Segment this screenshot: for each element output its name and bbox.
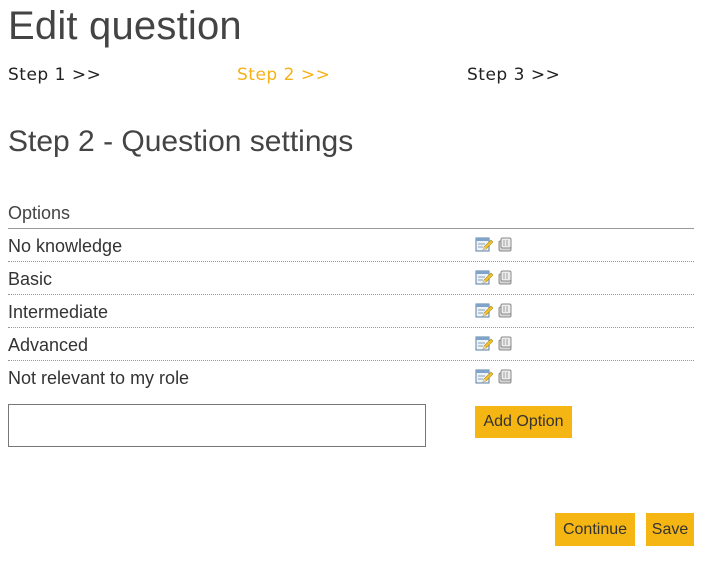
step-navigation: Step 1 >> Step 2 >> Step 3 >>	[8, 64, 698, 88]
delete-icon[interactable]	[496, 268, 514, 286]
option-actions	[475, 268, 514, 286]
section-title: Step 2 - Question settings	[8, 125, 354, 158]
option-label: Advanced	[8, 335, 89, 355]
option-label: Intermediate	[8, 302, 109, 322]
option-actions	[475, 367, 514, 385]
option-label: No knowledge	[8, 236, 123, 256]
option-actions	[475, 301, 514, 319]
step-1-link[interactable]: Step 1 >>	[8, 64, 101, 86]
option-row: Advanced	[8, 328, 694, 361]
edit-icon[interactable]	[475, 235, 493, 253]
option-row: Not relevant to my role	[8, 361, 694, 393]
option-label: Not relevant to my role	[8, 368, 190, 388]
option-actions	[475, 334, 514, 352]
step-3-link[interactable]: Step 3 >>	[467, 64, 560, 86]
delete-icon[interactable]	[496, 367, 514, 385]
edit-icon[interactable]	[475, 367, 493, 385]
option-actions	[475, 235, 514, 253]
delete-icon[interactable]	[496, 301, 514, 319]
edit-icon[interactable]	[475, 334, 493, 352]
save-button[interactable]: Save	[646, 513, 694, 546]
option-label: Basic	[8, 269, 53, 289]
page-title: Edit question	[8, 4, 242, 48]
option-row: Intermediate	[8, 295, 694, 328]
add-option-button[interactable]: Add Option	[475, 406, 572, 438]
option-row: No knowledge	[8, 229, 694, 262]
edit-icon[interactable]	[475, 268, 493, 286]
options-header: Options	[8, 201, 694, 229]
step-2-link[interactable]: Step 2 >>	[237, 64, 330, 86]
options-list: No knowledge Basic Intermediate Advanced…	[8, 229, 694, 393]
edit-question-page: Edit question Step 1 >> Step 2 >> Step 3…	[0, 0, 706, 571]
new-option-input[interactable]	[8, 404, 426, 447]
edit-icon[interactable]	[475, 301, 493, 319]
option-row: Basic	[8, 262, 694, 295]
delete-icon[interactable]	[496, 334, 514, 352]
continue-button[interactable]: Continue	[555, 513, 635, 546]
delete-icon[interactable]	[496, 235, 514, 253]
